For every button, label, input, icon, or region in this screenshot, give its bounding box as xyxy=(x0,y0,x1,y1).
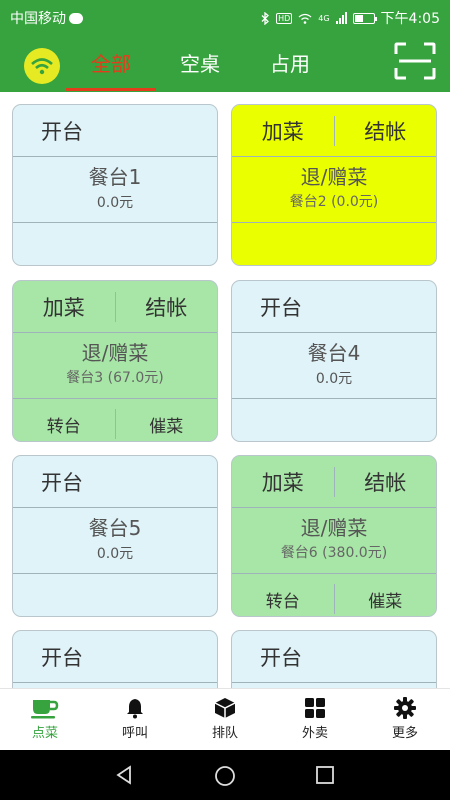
open-table-button[interactable]: 开台 xyxy=(13,642,83,672)
open-table-button[interactable]: 开台 xyxy=(13,116,83,146)
checkout-button[interactable]: 结帐 xyxy=(116,292,218,322)
transfer-table-button[interactable]: 转台 xyxy=(232,587,334,612)
table-card-8[interactable]: 开台 xyxy=(231,630,437,688)
card-footer xyxy=(13,223,217,265)
hd-icon: HD xyxy=(276,12,293,24)
card-actions: 开台 xyxy=(13,631,217,683)
active-tab-indicator xyxy=(66,88,156,91)
nav-order[interactable]: 点菜 xyxy=(0,689,90,750)
table-card-4[interactable]: 开台 餐台4 0.0元 xyxy=(231,280,437,442)
nav-label: 点菜 xyxy=(31,726,58,741)
tab-all[interactable]: 全部 xyxy=(66,48,156,77)
card-actions: 加菜 结帐 xyxy=(232,105,436,157)
nav-takeout[interactable]: 外卖 xyxy=(270,689,360,750)
table-card-2[interactable]: 加菜 结帐 退/赠菜 餐台2 (0.0元) xyxy=(231,104,437,266)
table-name: 餐台1 xyxy=(88,165,142,189)
card-footer xyxy=(13,574,217,616)
card-actions: 加菜 结帐 xyxy=(232,456,436,508)
wifi-logo-icon[interactable] xyxy=(24,48,60,84)
bottom-nav: 点菜 呼叫 排队 外卖 更多 xyxy=(0,688,450,750)
app-header: 全部 空桌 占用 xyxy=(0,32,450,92)
urge-dish-button[interactable]: 催菜 xyxy=(116,412,218,437)
table-amount: 0.0元 xyxy=(96,195,134,211)
wifi-status-icon xyxy=(298,13,312,24)
card-footer xyxy=(232,223,436,265)
card-footer xyxy=(232,399,436,441)
home-icon[interactable] xyxy=(214,765,236,787)
card-footer: 转台 催菜 xyxy=(232,574,437,616)
bell-icon xyxy=(127,699,143,719)
checkout-button[interactable]: 结帐 xyxy=(335,116,437,146)
scan-icon[interactable] xyxy=(394,42,436,80)
add-dish-button[interactable]: 加菜 xyxy=(232,116,334,146)
carrier-name: 中国移动 xyxy=(10,11,66,27)
gear-icon xyxy=(394,697,416,719)
table-summary: 餐台2 (0.0元) xyxy=(289,194,379,210)
transfer-table-button[interactable]: 转台 xyxy=(13,412,115,437)
card-actions: 加菜 结帐 xyxy=(13,281,217,333)
chat-icon xyxy=(69,13,83,24)
table-summary: 餐台6 (380.0元) xyxy=(280,545,388,561)
grid-icon xyxy=(305,698,325,718)
card-info: 餐台1 0.0元 xyxy=(13,165,217,223)
table-amount: 0.0元 xyxy=(315,371,353,387)
nav-queue[interactable]: 排队 xyxy=(180,689,270,750)
card-actions: 开台 xyxy=(232,631,436,683)
card-info: 餐台4 0.0元 xyxy=(232,341,436,399)
bluetooth-icon xyxy=(261,11,270,25)
card-info: 餐台5 0.0元 xyxy=(13,516,217,574)
card-info: 退/赠菜 餐台3 (67.0元) xyxy=(13,341,217,399)
card-actions: 开台 xyxy=(13,456,217,508)
table-grid: 开台 餐台1 0.0元 加菜 结帐 退/赠菜 餐台2 (0.0元) 加菜 结帐 … xyxy=(0,92,450,688)
system-nav-bar xyxy=(0,750,450,800)
card-actions: 开台 xyxy=(232,281,436,333)
open-table-button[interactable]: 开台 xyxy=(232,292,302,322)
card-info: 退/赠菜 餐台2 (0.0元) xyxy=(232,165,436,223)
return-gift-dish-button[interactable]: 退/赠菜 xyxy=(232,516,436,540)
recents-icon[interactable] xyxy=(316,766,334,784)
carrier: 中国移动 xyxy=(10,8,83,28)
table-amount: 0.0元 xyxy=(96,546,134,562)
table-card-3[interactable]: 加菜 结帐 退/赠菜 餐台3 (67.0元) 转台 催菜 xyxy=(12,280,218,442)
status-icons: HD 4G 下午4:05 xyxy=(261,8,440,28)
open-table-button[interactable]: 开台 xyxy=(232,642,302,672)
signal-icon xyxy=(335,12,347,24)
nav-label: 呼叫 xyxy=(121,726,148,741)
clock: 下午4:05 xyxy=(380,11,440,27)
battery-icon xyxy=(352,12,377,24)
box-icon xyxy=(214,698,236,718)
nav-label: 排队 xyxy=(211,726,238,741)
nav-label: 外卖 xyxy=(301,726,328,741)
table-card-5[interactable]: 开台 餐台5 0.0元 xyxy=(12,455,218,617)
return-gift-dish-button[interactable]: 退/赠菜 xyxy=(232,165,436,189)
urge-dish-button[interactable]: 催菜 xyxy=(335,587,437,612)
table-card-1[interactable]: 开台 餐台1 0.0元 xyxy=(12,104,218,266)
card-actions: 开台 xyxy=(13,105,217,157)
nav-call[interactable]: 呼叫 xyxy=(90,689,180,750)
status-bar: 中国移动 HD 4G 下午4:05 xyxy=(0,0,450,32)
back-icon[interactable] xyxy=(114,765,134,785)
open-table-button[interactable]: 开台 xyxy=(13,467,83,497)
tab-occupied[interactable]: 占用 xyxy=(245,48,335,77)
card-info: 退/赠菜 餐台6 (380.0元) xyxy=(232,516,436,574)
table-card-7[interactable]: 开台 xyxy=(12,630,218,688)
nav-label: 更多 xyxy=(391,726,418,741)
return-gift-dish-button[interactable]: 退/赠菜 xyxy=(13,341,217,365)
table-card-6[interactable]: 加菜 结帐 退/赠菜 餐台6 (380.0元) 转台 催菜 xyxy=(231,455,437,617)
tab-empty[interactable]: 空桌 xyxy=(155,48,245,77)
network-type: 4G xyxy=(318,13,330,23)
coffee-cup-icon xyxy=(31,700,59,719)
card-footer: 转台 催菜 xyxy=(13,399,218,441)
table-name: 餐台4 xyxy=(307,341,361,365)
table-summary: 餐台3 (67.0元) xyxy=(66,370,164,386)
checkout-button[interactable]: 结帐 xyxy=(335,467,437,497)
add-dish-button[interactable]: 加菜 xyxy=(232,467,334,497)
table-name: 餐台5 xyxy=(88,516,142,540)
nav-more[interactable]: 更多 xyxy=(360,689,450,750)
add-dish-button[interactable]: 加菜 xyxy=(13,292,115,322)
